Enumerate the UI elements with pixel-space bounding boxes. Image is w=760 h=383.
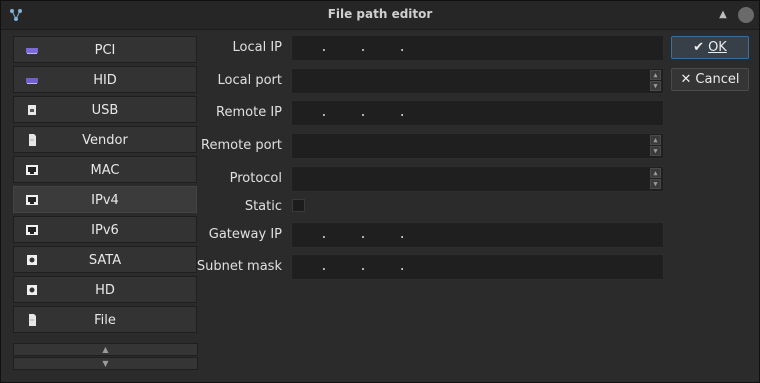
remote-port-spinner[interactable]: ▲ ▼ [650,135,661,157]
sidebar-item-vendor[interactable]: Vendor [13,126,197,153]
remote-ip-label: Remote IP [216,105,282,120]
title-bar: File path editor ▲ [1,1,759,30]
sidebar-item-ipv4[interactable]: IPv4 [13,186,197,213]
remote-port-label: Remote port [201,138,282,153]
gateway-ip-field[interactable]: . . . [291,222,664,248]
sidebar-item-label: SATA [88,253,122,268]
checkmark-icon: ✔ [693,40,705,55]
spin-up-icon[interactable]: ▲ [650,135,661,145]
spin-down-icon[interactable]: ▼ [650,146,661,156]
window-title: File path editor [327,7,433,21]
sidebar-item-label: IPv6 [91,223,119,238]
ip-placeholder: . . . [320,259,407,274]
sidebar-item-mac[interactable]: MAC [13,156,197,183]
spin-up-icon[interactable]: ▲ [650,168,661,178]
ip-placeholder: . . . [320,40,407,55]
spin-up-icon[interactable]: ▲ [650,70,661,80]
sidebar-item-sata[interactable]: SATA [13,246,197,273]
sidebar-item-ipv6[interactable]: IPv6 [13,216,197,243]
close-x-icon: ✕ [680,72,692,87]
protocol-field[interactable]: ▲ ▼ [291,166,664,192]
cancel-button[interactable]: ✕ Cancel [671,68,749,91]
sidebar-item-label: HD [95,283,115,298]
local-ip-field[interactable]: . . . [291,35,664,61]
scroll-down-button[interactable]: ▼ [13,357,198,370]
protocol-spinner[interactable]: ▲ ▼ [650,168,661,190]
sidebar-item-label: HID [93,73,117,88]
sidebar-item-label: IPv4 [91,193,119,208]
local-port-label: Local port [217,73,282,88]
sidebar-item-hid[interactable]: HID [13,66,197,93]
ip-placeholder: . . . [320,105,407,120]
spin-down-icon[interactable]: ▼ [650,179,661,189]
sidebar-item-label: File [94,313,116,328]
sidebar-item-label: USB [91,103,119,118]
sidebar-item-usb[interactable]: USB [13,96,197,123]
sidebar-item-label: Vendor [82,133,128,148]
file-path-editor-dialog: File path editor ▲ PCI HID USB Vendor MA… [0,0,760,383]
ok-button[interactable]: ✔ OK [671,36,749,59]
spin-down-icon[interactable]: ▼ [650,81,661,91]
ip-placeholder: . . . [320,227,407,242]
sidebar-item-file[interactable]: File [13,306,197,333]
remote-ip-field[interactable]: . . . [291,100,664,126]
subnet-mask-field[interactable]: . . . [291,254,664,280]
cancel-label: Cancel [695,72,740,87]
sidebar-item-hd[interactable]: HD [13,276,197,303]
local-ip-label: Local IP [232,40,283,55]
protocol-label: Protocol [229,171,282,186]
minimize-icon[interactable]: ▲ [717,9,729,21]
static-checkbox[interactable] [292,199,305,212]
close-icon[interactable] [738,7,754,23]
local-port-spinner[interactable]: ▲ ▼ [650,70,661,92]
sidebar-item-label: MAC [90,163,120,178]
scroll-up-button[interactable]: ▲ [13,343,198,356]
subnet-mask-label: Subnet mask [196,259,282,274]
ok-label: OK [708,40,727,55]
gateway-ip-label: Gateway IP [208,227,282,242]
sidebar-item-label: PCI [94,43,116,58]
local-port-field[interactable]: ▲ ▼ [291,68,664,94]
sidebar-item-pci[interactable]: PCI [13,36,197,63]
remote-port-field[interactable]: ▲ ▼ [291,133,664,159]
static-label: Static [244,199,282,214]
